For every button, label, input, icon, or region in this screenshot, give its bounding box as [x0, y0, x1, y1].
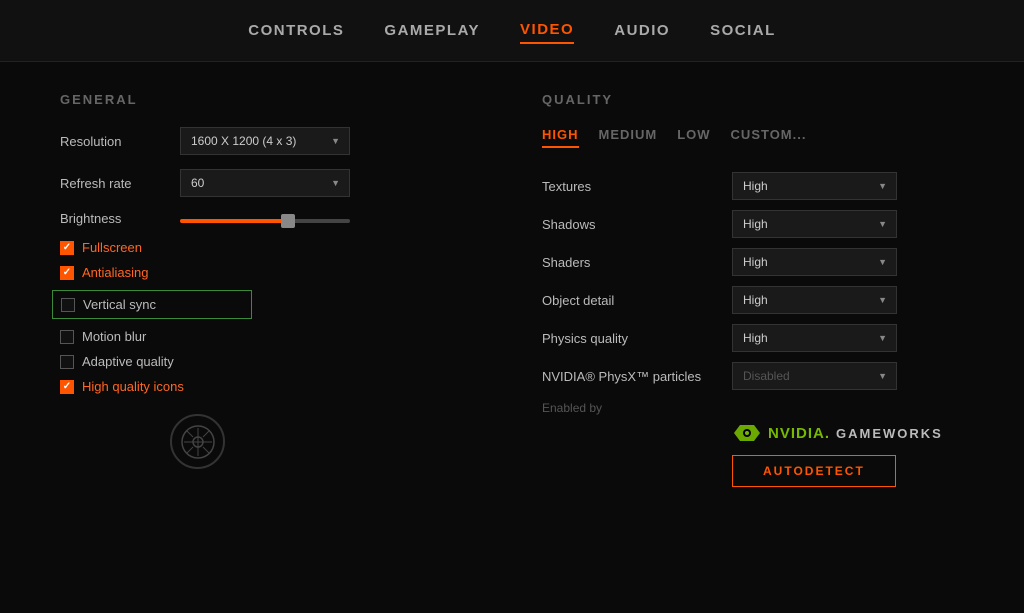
object-detail-select-wrapper: HighMediumLow [732, 286, 897, 314]
antialiasing-label: Antialiasing [82, 265, 149, 280]
textures-select-wrapper: HighMediumLow [732, 172, 897, 200]
motion-blur-checkbox[interactable] [60, 330, 74, 344]
brightness-slider[interactable] [180, 219, 350, 223]
shadows-select-wrapper: HighMediumLow [732, 210, 897, 238]
nvidia-logo: NVIDIA. GAMEWORKS [732, 423, 943, 443]
brightness-label: Brightness [60, 211, 180, 226]
high-quality-icons-checkbox-row: High quality icons [60, 379, 482, 394]
main-content: GENERAL Resolution 1600 X 1200 (4 x 3) 1… [0, 62, 1024, 517]
enabled-by-text: Enabled by [542, 401, 602, 415]
antialiasing-checkbox[interactable] [60, 266, 74, 280]
nvidia-brand: NVIDIA. [768, 425, 830, 442]
resolution-select-wrapper: 1600 X 1200 (4 x 3) 1920 X 1080 (16 x 9) [180, 127, 350, 155]
gamepad-icon [170, 414, 225, 469]
refresh-rate-row: Refresh rate 60 120 144 [60, 169, 482, 197]
adaptive-quality-label: Adaptive quality [82, 354, 174, 369]
physx-select-wrapper: DisabledHighMediumLow [732, 362, 897, 390]
resolution-select[interactable]: 1600 X 1200 (4 x 3) 1920 X 1080 (16 x 9) [180, 127, 350, 155]
nvidia-section: Enabled by NVIDIA. GAMEWORKS [542, 400, 964, 443]
nav-video[interactable]: VIDEO [520, 17, 574, 44]
shaders-select-wrapper: HighMediumLow [732, 248, 897, 276]
fullscreen-label: Fullscreen [82, 240, 142, 255]
high-quality-icons-checkbox[interactable] [60, 380, 74, 394]
motion-blur-label: Motion blur [82, 329, 146, 344]
vertical-sync-checkbox-row: Vertical sync [52, 290, 252, 319]
antialiasing-checkbox-row: Antialiasing [60, 265, 482, 280]
nav-gameplay[interactable]: GAMEPLAY [384, 18, 480, 43]
adaptive-quality-checkbox[interactable] [60, 355, 74, 369]
physics-quality-select[interactable]: HighMediumLow [732, 324, 897, 352]
vertical-sync-checkbox[interactable] [61, 298, 75, 312]
physx-row: NVIDIA® PhysX™ particles DisabledHighMed… [542, 362, 964, 390]
nvidia-area: NVIDIA. GAMEWORKS [732, 423, 964, 443]
general-title: GENERAL [60, 92, 482, 107]
resolution-label: Resolution [60, 134, 180, 149]
top-navigation: CONTROLS GAMEPLAY VIDEO AUDIO SOCIAL [0, 0, 1024, 62]
nav-controls[interactable]: CONTROLS [248, 18, 344, 43]
quality-tab-medium[interactable]: MEDIUM [599, 127, 658, 148]
shadows-row: Shadows HighMediumLow [542, 210, 964, 238]
shadows-select[interactable]: HighMediumLow [732, 210, 897, 238]
refresh-rate-select[interactable]: 60 120 144 [180, 169, 350, 197]
adaptive-quality-checkbox-row: Adaptive quality [60, 354, 482, 369]
object-detail-label: Object detail [542, 293, 732, 308]
quality-title: QUALITY [542, 92, 964, 107]
vertical-sync-label: Vertical sync [83, 297, 156, 312]
quality-tab-high[interactable]: HIGH [542, 127, 579, 148]
gamepad-area [170, 414, 482, 469]
nvidia-eye-icon [732, 423, 762, 443]
autodetect-button[interactable]: AUTODETECT [732, 455, 896, 487]
quality-tabs: HIGH MEDIUM LOW CUSTOM... [542, 127, 964, 148]
motion-blur-checkbox-row: Motion blur [60, 329, 482, 344]
nav-social[interactable]: SOCIAL [710, 18, 776, 43]
brightness-slider-container [180, 211, 350, 226]
general-panel: GENERAL Resolution 1600 X 1200 (4 x 3) 1… [60, 92, 482, 487]
quality-tab-custom[interactable]: CUSTOM... [731, 127, 807, 148]
shadows-label: Shadows [542, 217, 732, 232]
quality-panel: QUALITY HIGH MEDIUM LOW CUSTOM... Textur… [542, 92, 964, 487]
textures-row: Textures HighMediumLow [542, 172, 964, 200]
shaders-select[interactable]: HighMediumLow [732, 248, 897, 276]
fullscreen-checkbox-row: Fullscreen [60, 240, 482, 255]
nav-audio[interactable]: AUDIO [614, 18, 670, 43]
textures-label: Textures [542, 179, 732, 194]
high-quality-icons-label: High quality icons [82, 379, 184, 394]
quality-tab-low[interactable]: LOW [677, 127, 710, 148]
shaders-label: Shaders [542, 255, 732, 270]
object-detail-row: Object detail HighMediumLow [542, 286, 964, 314]
physx-select[interactable]: DisabledHighMediumLow [732, 362, 897, 390]
textures-select[interactable]: HighMediumLow [732, 172, 897, 200]
gamepad-svg [180, 424, 216, 460]
resolution-row: Resolution 1600 X 1200 (4 x 3) 1920 X 10… [60, 127, 482, 155]
brightness-row: Brightness [60, 211, 482, 226]
object-detail-select[interactable]: HighMediumLow [732, 286, 897, 314]
physics-quality-label: Physics quality [542, 331, 732, 346]
refresh-rate-label: Refresh rate [60, 176, 180, 191]
physics-quality-row: Physics quality HighMediumLow [542, 324, 964, 352]
shaders-row: Shaders HighMediumLow [542, 248, 964, 276]
gameworks-brand: GAMEWORKS [836, 426, 943, 441]
physics-quality-select-wrapper: HighMediumLow [732, 324, 897, 352]
physx-label: NVIDIA® PhysX™ particles [542, 369, 732, 384]
fullscreen-checkbox[interactable] [60, 241, 74, 255]
refresh-rate-select-wrapper: 60 120 144 [180, 169, 350, 197]
